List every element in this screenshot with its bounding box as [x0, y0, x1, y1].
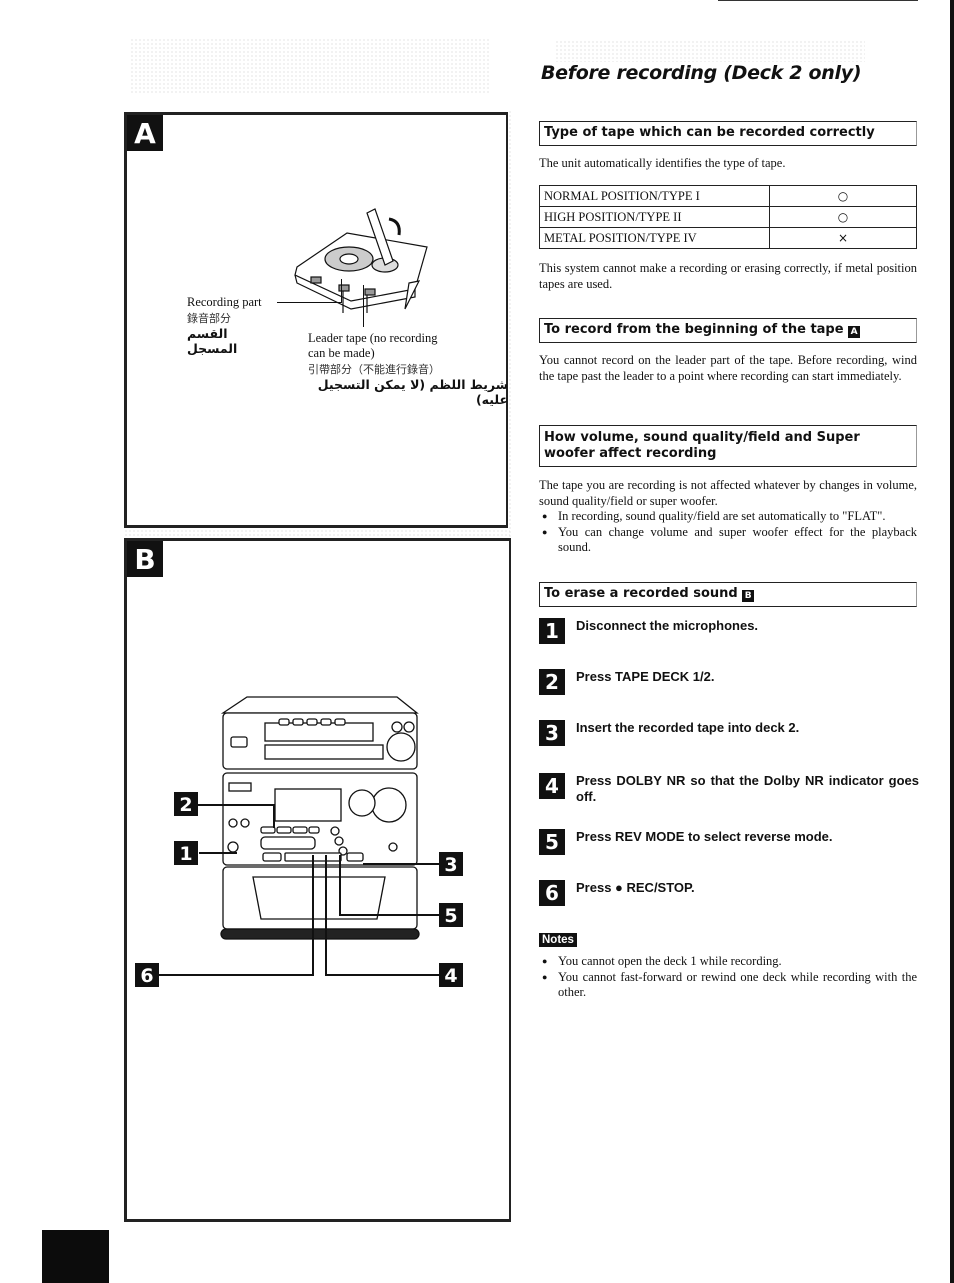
- figure-b-letter: B: [127, 541, 163, 577]
- step-text: Insert the recorded tape into deck 2.: [576, 720, 800, 735]
- section-heading-record-beginning: To record from the beginning of the tape…: [539, 318, 917, 343]
- volume-effect-bullets: In recording, sound quality/field are se…: [539, 509, 917, 556]
- step-text: Press ● REC/STOP.: [576, 880, 695, 895]
- leader-tape-ar: شريط اللظم (لا يمكن التسجيل عليه): [317, 377, 508, 407]
- tape-type-cell: METAL POSITION/TYPE IV: [539, 227, 770, 249]
- callout-line-5: [339, 914, 441, 916]
- callout-line-6: [157, 974, 314, 976]
- callout-6: 6: [135, 963, 159, 987]
- recording-part-label: Recording part 錄音部分 القسم المسجل: [187, 295, 262, 356]
- section-heading-tape-type: Type of tape which can be recorded corre…: [539, 121, 917, 146]
- erase-step-6: 6 Press ● REC/STOP.: [539, 880, 919, 908]
- step-number-badge: 5: [539, 829, 565, 855]
- erase-step-5: 5 Press REV MODE to select reverse mode.: [539, 829, 919, 857]
- erase-step-4: 4 Press DOLBY NR so that the Dolby NR in…: [539, 773, 919, 807]
- callout-1: 1: [174, 841, 198, 865]
- page-title: Before recording (Deck 2 only): [541, 62, 862, 84]
- header-decoration: [130, 38, 490, 93]
- page-corner-tab: [42, 1230, 109, 1283]
- section-heading-erase: To erase a recorded sound B: [539, 582, 917, 607]
- callout-4: 4: [439, 963, 463, 987]
- figure-b: B 2 1 3 5 6 4: [124, 538, 511, 1222]
- step-number-badge: 6: [539, 880, 565, 906]
- recording-part-leader-line: [341, 279, 342, 303]
- figure-ref-b-badge: B: [742, 590, 755, 602]
- step-text: Press REV MODE to select reverse mode.: [576, 829, 833, 844]
- step-number-badge: 1: [539, 618, 565, 644]
- callout-2: 2: [174, 792, 198, 816]
- figure-ref-a-badge: A: [848, 326, 861, 338]
- record-beginning-body: You cannot record on the leader part of …: [539, 353, 917, 383]
- section-heading-erase-text: To erase a recorded sound: [544, 586, 738, 601]
- leader-tape-en-1: Leader tape (no recording: [308, 331, 438, 345]
- notes-list: You cannot open the deck 1 while recordi…: [539, 954, 917, 1001]
- callout-line-2: [197, 804, 275, 806]
- notes-section: Notes You cannot open the deck 1 while r…: [539, 930, 917, 1001]
- tape-type-cell: NORMAL POSITION/TYPE I: [539, 185, 770, 207]
- section-heading-record-beginning-text: To record from the beginning of the tape: [544, 322, 844, 337]
- tape-type-intro: The unit automatically identifies the ty…: [539, 156, 786, 170]
- table-row: METAL POSITION/TYPE IV ×: [539, 227, 917, 249]
- step-text: Press DOLBY NR so that the Dolby NR indi…: [576, 773, 919, 804]
- tape-mark-cell: ×: [769, 227, 917, 249]
- recording-part-ar: القسم المسجل: [187, 326, 238, 356]
- list-item: You can change volume and super woofer e…: [539, 525, 917, 556]
- erase-step-3: 3 Insert the recorded tape into deck 2.: [539, 720, 919, 748]
- step-number-badge: 2: [539, 669, 565, 695]
- figure-a: A Recording part 錄音部分 القسم المسجل Leade…: [124, 112, 508, 528]
- table-row: NORMAL POSITION/TYPE I ○: [539, 185, 917, 207]
- callout-5: 5: [439, 903, 463, 927]
- list-item: You cannot open the deck 1 while recordi…: [539, 954, 917, 970]
- recording-part-en: Recording part: [187, 295, 262, 309]
- callout-3: 3: [439, 852, 463, 876]
- list-item: You cannot fast-forward or rewind one de…: [539, 970, 917, 1001]
- top-rule: [718, 0, 918, 1]
- erase-step-2: 2 Press TAPE DECK 1/2.: [539, 669, 919, 697]
- leader-tape-zh: 引帶部分（不能進行錄音）: [308, 364, 440, 376]
- notes-badge: Notes: [539, 933, 577, 947]
- figure-a-letter: A: [127, 115, 163, 151]
- leader-tape-label: Leader tape (no recording can be made) 引…: [308, 331, 508, 407]
- section-heading-volume-effect: How volume, sound quality/field and Supe…: [539, 425, 917, 467]
- callout-line-6: [312, 855, 314, 975]
- stereo-system-illustration: [220, 696, 420, 940]
- recording-part-leader-line: [277, 302, 341, 303]
- table-row: HIGH POSITION/TYPE II ○: [539, 206, 917, 228]
- step-text: Press TAPE DECK 1/2.: [576, 669, 715, 684]
- leader-tape-en-2: can be made): [308, 346, 375, 360]
- list-item: In recording, sound quality/field are se…: [539, 509, 917, 525]
- step-number-badge: 3: [539, 720, 565, 746]
- tape-type-cell: HIGH POSITION/TYPE II: [539, 206, 770, 228]
- header-decoration: [555, 40, 865, 62]
- callout-line-4: [325, 974, 443, 976]
- erase-step-1: 1 Disconnect the microphones.: [539, 618, 919, 646]
- tape-mark-cell: ○: [769, 206, 917, 228]
- callout-line-4: [325, 855, 327, 975]
- leader-tape-pointer: [363, 285, 364, 327]
- section-heading-tape-type-text: Type of tape which can be recorded corre…: [544, 125, 875, 140]
- tape-mark-cell: ○: [769, 185, 917, 207]
- volume-effect-body: The tape you are recording is not affect…: [539, 478, 917, 508]
- tape-type-table: NORMAL POSITION/TYPE I ○ HIGH POSITION/T…: [539, 185, 917, 249]
- step-text: Disconnect the microphones.: [576, 618, 759, 633]
- step-number-badge: 4: [539, 773, 565, 799]
- callout-line-2: [273, 804, 275, 828]
- figure-separator: [124, 529, 510, 537]
- recording-part-zh: 錄音部分: [187, 313, 231, 325]
- section-heading-volume-effect-line2: woofer affect recording: [544, 446, 717, 461]
- callout-line-1: [199, 852, 237, 854]
- callout-line-5: [339, 855, 341, 915]
- section-heading-volume-effect-line1: How volume, sound quality/field and Supe…: [544, 430, 860, 445]
- cassette-illustration: [294, 208, 428, 313]
- right-edge-bar: [950, 0, 954, 1283]
- tape-type-note: This system cannot make a recording or e…: [539, 261, 917, 291]
- callout-line-3: [363, 863, 439, 865]
